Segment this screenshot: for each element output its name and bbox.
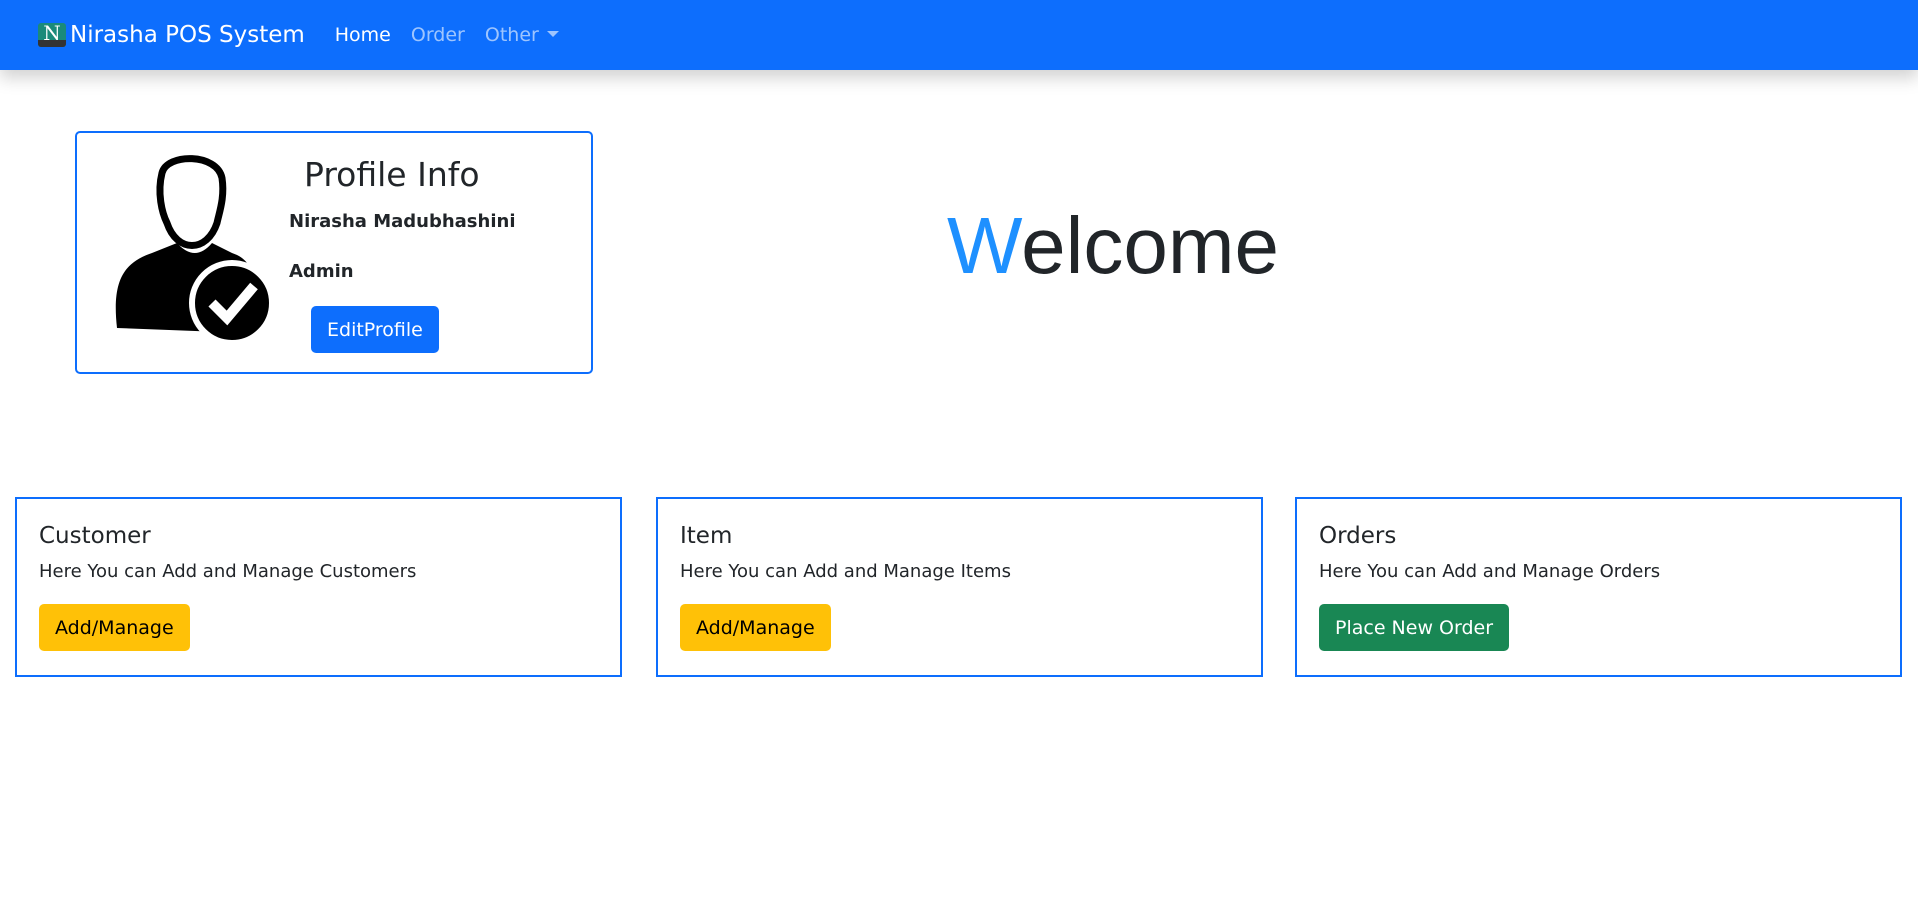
nav-other-dropdown[interactable]: Other (485, 24, 559, 46)
item-manage-button[interactable]: Add/Manage (680, 604, 831, 651)
customer-card: Customer Here You can Add and Manage Cus… (15, 497, 622, 677)
navbar: N Nirasha POS System Home Order Other (0, 0, 1918, 70)
card-text: Here You can Add and Manage Customers (39, 561, 417, 582)
card-title: Customer (39, 523, 151, 549)
brand-link[interactable]: Nirasha POS System (70, 22, 305, 48)
profile-title: Profile Info (304, 155, 480, 194)
card-title: Orders (1319, 523, 1397, 549)
welcome-first-letter: W (947, 201, 1022, 290)
welcome-heading: Welcome (0, 200, 1918, 292)
nav-order[interactable]: Order (411, 24, 465, 46)
place-order-button[interactable]: Place New Order (1319, 604, 1510, 651)
caret-down-icon (546, 31, 559, 37)
edit-profile-button[interactable]: EditProfile (311, 306, 439, 353)
card-text: Here You can Add and Manage Items (680, 561, 1011, 582)
orders-card: Orders Here You can Add and Manage Order… (1295, 497, 1902, 677)
card-text: Here You can Add and Manage Orders (1319, 561, 1661, 582)
nav-other-label: Other (484, 24, 539, 46)
welcome-rest: elcome (1021, 201, 1279, 290)
card-title: Item (680, 523, 733, 549)
item-card: Item Here You can Add and Manage Items A… (656, 497, 1263, 677)
nav-home[interactable]: Home (335, 24, 391, 46)
brand-logo-icon[interactable]: N (38, 23, 66, 47)
customer-manage-button[interactable]: Add/Manage (39, 604, 190, 651)
